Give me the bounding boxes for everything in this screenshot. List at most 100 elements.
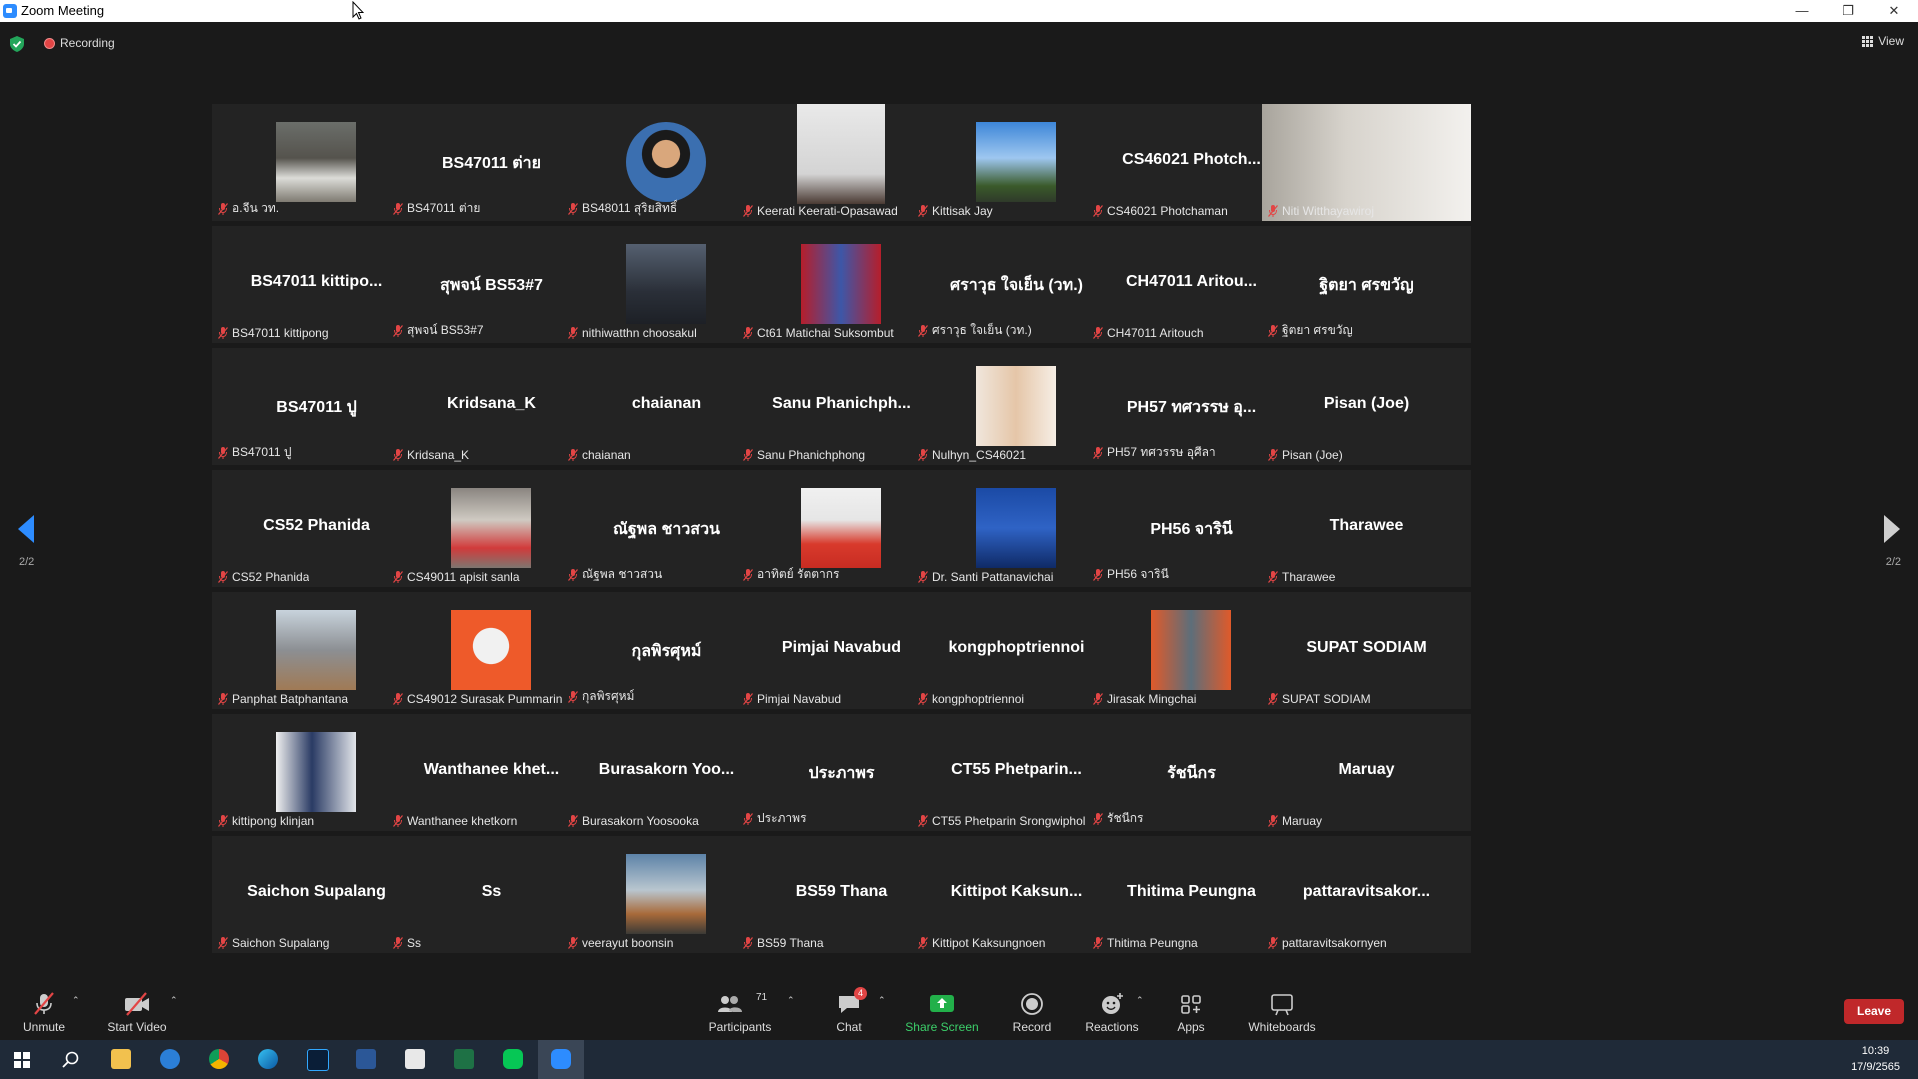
participant-name-label: Thitima Peungna bbox=[1093, 936, 1198, 950]
taskbar-word[interactable] bbox=[343, 1040, 389, 1079]
participant-name-label: Jirasak Mingchai bbox=[1093, 692, 1196, 706]
apps-button[interactable]: Apps bbox=[1166, 975, 1216, 1040]
windows-logo-icon bbox=[14, 1052, 30, 1068]
participant-name-text: สุพจน์ BS53#7 bbox=[407, 323, 484, 337]
participant-tile[interactable]: Maruay Maruay bbox=[1262, 714, 1471, 831]
participant-name-label: Pisan (Joe) bbox=[1268, 448, 1343, 462]
participant-name-text: Maruay bbox=[1282, 814, 1323, 828]
video-off-icon bbox=[125, 992, 149, 1016]
participant-name-text: BS47011 kittipong bbox=[232, 326, 329, 340]
taskbar-photoshop[interactable] bbox=[294, 1040, 340, 1079]
start-button[interactable] bbox=[0, 1040, 46, 1079]
mouse-cursor-icon bbox=[352, 1, 364, 20]
reactions-options-caret-icon[interactable]: ⌃ bbox=[1136, 995, 1144, 1005]
recording-label[interactable]: Recording bbox=[60, 36, 115, 50]
previous-page-icon[interactable] bbox=[18, 515, 34, 543]
mic-muted-icon bbox=[918, 449, 928, 461]
participant-name-label: Tharawee bbox=[1268, 570, 1335, 584]
mic-muted-icon bbox=[393, 937, 403, 949]
participant-name-label: veerayut boonsin bbox=[568, 936, 673, 950]
participant-name-label: PH56 จารินี bbox=[1093, 565, 1169, 584]
participant-name-label: Niti Witthayawiroj bbox=[1268, 204, 1374, 218]
reactions-button[interactable]: Reactions bbox=[1082, 975, 1142, 1040]
internet-explorer-icon bbox=[160, 1049, 180, 1069]
next-page-icon[interactable] bbox=[1884, 515, 1900, 543]
chat-button[interactable]: 4 Chat bbox=[822, 975, 876, 1040]
participant-name-label: รัชนีกร bbox=[1093, 809, 1144, 828]
participant-name-text: Wanthanee khetkorn bbox=[407, 814, 518, 828]
participant-name-text: PH57 ทศวรรษ อุศีลา bbox=[1107, 445, 1216, 459]
view-button[interactable]: View bbox=[1862, 34, 1904, 48]
participant-video-image bbox=[276, 610, 356, 690]
mic-muted-icon bbox=[218, 815, 228, 827]
taskbar-zoom[interactable] bbox=[538, 1040, 584, 1079]
participant-tile[interactable]: Pisan (Joe) Pisan (Joe) bbox=[1262, 348, 1471, 465]
participant-name-label: Sanu Phanichphong bbox=[743, 448, 865, 462]
mic-muted-icon bbox=[1268, 571, 1278, 583]
meeting-toolbar: Unmute ⌃ Start Video ⌃ 71 Participants ⌃… bbox=[0, 975, 1918, 1040]
participant-video-image bbox=[276, 732, 356, 812]
mic-muted-icon bbox=[1268, 815, 1278, 827]
leave-button[interactable]: Leave bbox=[1844, 999, 1904, 1024]
participants-options-caret-icon[interactable]: ⌃ bbox=[787, 995, 795, 1005]
participant-name-label: PH57 ทศวรรษ อุศีลา bbox=[1093, 443, 1216, 462]
mic-muted-icon bbox=[568, 202, 578, 215]
minimize-button[interactable]: — bbox=[1779, 0, 1825, 22]
chat-options-caret-icon[interactable]: ⌃ bbox=[878, 995, 886, 1005]
taskbar-line[interactable] bbox=[490, 1040, 536, 1079]
security-shield-icon[interactable] bbox=[10, 36, 24, 52]
participant-display-name: SUPAT SODIAM bbox=[1306, 639, 1427, 656]
participant-display-name: Tharawee bbox=[1329, 517, 1404, 534]
taskbar-chrome[interactable] bbox=[196, 1040, 242, 1079]
meeting-top-bar: Recording View bbox=[0, 22, 1918, 64]
participant-tile[interactable]: pattaravitsakor... pattaravitsakornyen bbox=[1262, 836, 1471, 953]
mic-muted-icon bbox=[1268, 205, 1278, 217]
taskbar-clock[interactable]: 10:39 17/9/2565 bbox=[1851, 1043, 1900, 1075]
participant-tile[interactable]: Tharawee Tharawee bbox=[1262, 470, 1471, 587]
participants-icon bbox=[718, 996, 742, 1012]
participant-tile[interactable]: ฐิตยา ศรขวัญ ฐิตยา ศรขวัญ bbox=[1262, 226, 1471, 343]
participant-tile[interactable]: Niti Witthayawiroj bbox=[1262, 104, 1471, 221]
participant-name-label: Ss bbox=[393, 936, 421, 950]
taskbar-acrobat[interactable] bbox=[392, 1040, 438, 1079]
participant-name-label: chaianan bbox=[568, 448, 631, 462]
participant-name-text: ฐิตยา ศรขวัญ bbox=[1282, 323, 1353, 337]
participant-name-text: อ.จีน วท. bbox=[232, 201, 280, 215]
record-button[interactable]: Record bbox=[1005, 975, 1059, 1040]
mic-muted-icon bbox=[568, 449, 578, 461]
participant-name-text: ศราวุธ ใจเย็น (วท.) bbox=[932, 323, 1032, 337]
mic-muted-icon bbox=[1268, 937, 1278, 949]
window-title-bar: Zoom Meeting — ❐ ✕ bbox=[0, 0, 1918, 22]
participant-name-text: Panphat Batphantana bbox=[232, 692, 349, 706]
mic-muted-icon bbox=[568, 568, 578, 581]
audio-options-caret-icon[interactable]: ⌃ bbox=[72, 995, 80, 1005]
whiteboards-button[interactable]: Whiteboards bbox=[1242, 975, 1322, 1040]
participant-name-label: ฐิตยา ศรขวัญ bbox=[1268, 321, 1353, 340]
participant-name-label: Nulhyn_CS46021 bbox=[918, 448, 1026, 462]
participant-name-label: ณัฐพล ชาวสวน bbox=[568, 565, 662, 584]
share-screen-button[interactable]: Share Screen bbox=[902, 975, 982, 1040]
mic-muted-icon bbox=[1093, 327, 1103, 339]
mic-muted-icon bbox=[743, 205, 753, 217]
video-options-caret-icon[interactable]: ⌃ bbox=[170, 995, 178, 1005]
participants-button[interactable]: 71 Participants bbox=[700, 975, 780, 1040]
participants-count: 71 bbox=[756, 992, 768, 1003]
participant-name-label: อาทิตย์ รัตตากร bbox=[743, 565, 840, 584]
participant-name-text: Jirasak Mingchai bbox=[1107, 692, 1197, 706]
participant-name-text: Sanu Phanichphong bbox=[757, 448, 866, 462]
unmute-button[interactable]: Unmute bbox=[14, 975, 74, 1040]
participant-name-text: pattaravitsakornyen bbox=[1282, 936, 1387, 950]
recording-icon[interactable] bbox=[44, 38, 55, 49]
close-window-button[interactable]: ✕ bbox=[1871, 0, 1917, 22]
taskbar-internet-explorer[interactable] bbox=[147, 1040, 193, 1079]
participant-video-image bbox=[801, 488, 881, 568]
participant-tile[interactable]: SUPAT SODIAM SUPAT SODIAM bbox=[1262, 592, 1471, 709]
taskbar-search-button[interactable] bbox=[48, 1040, 94, 1079]
start-video-button[interactable]: Start Video bbox=[100, 975, 174, 1040]
taskbar-file-explorer[interactable] bbox=[98, 1040, 144, 1079]
restore-button[interactable]: ❐ bbox=[1825, 0, 1871, 22]
participant-name-label: ศราวุธ ใจเย็น (วท.) bbox=[918, 321, 1032, 340]
participant-name-label: Keerati Keerati-Opasawad bbox=[743, 204, 898, 218]
taskbar-excel[interactable] bbox=[441, 1040, 487, 1079]
taskbar-edge[interactable] bbox=[245, 1040, 291, 1079]
